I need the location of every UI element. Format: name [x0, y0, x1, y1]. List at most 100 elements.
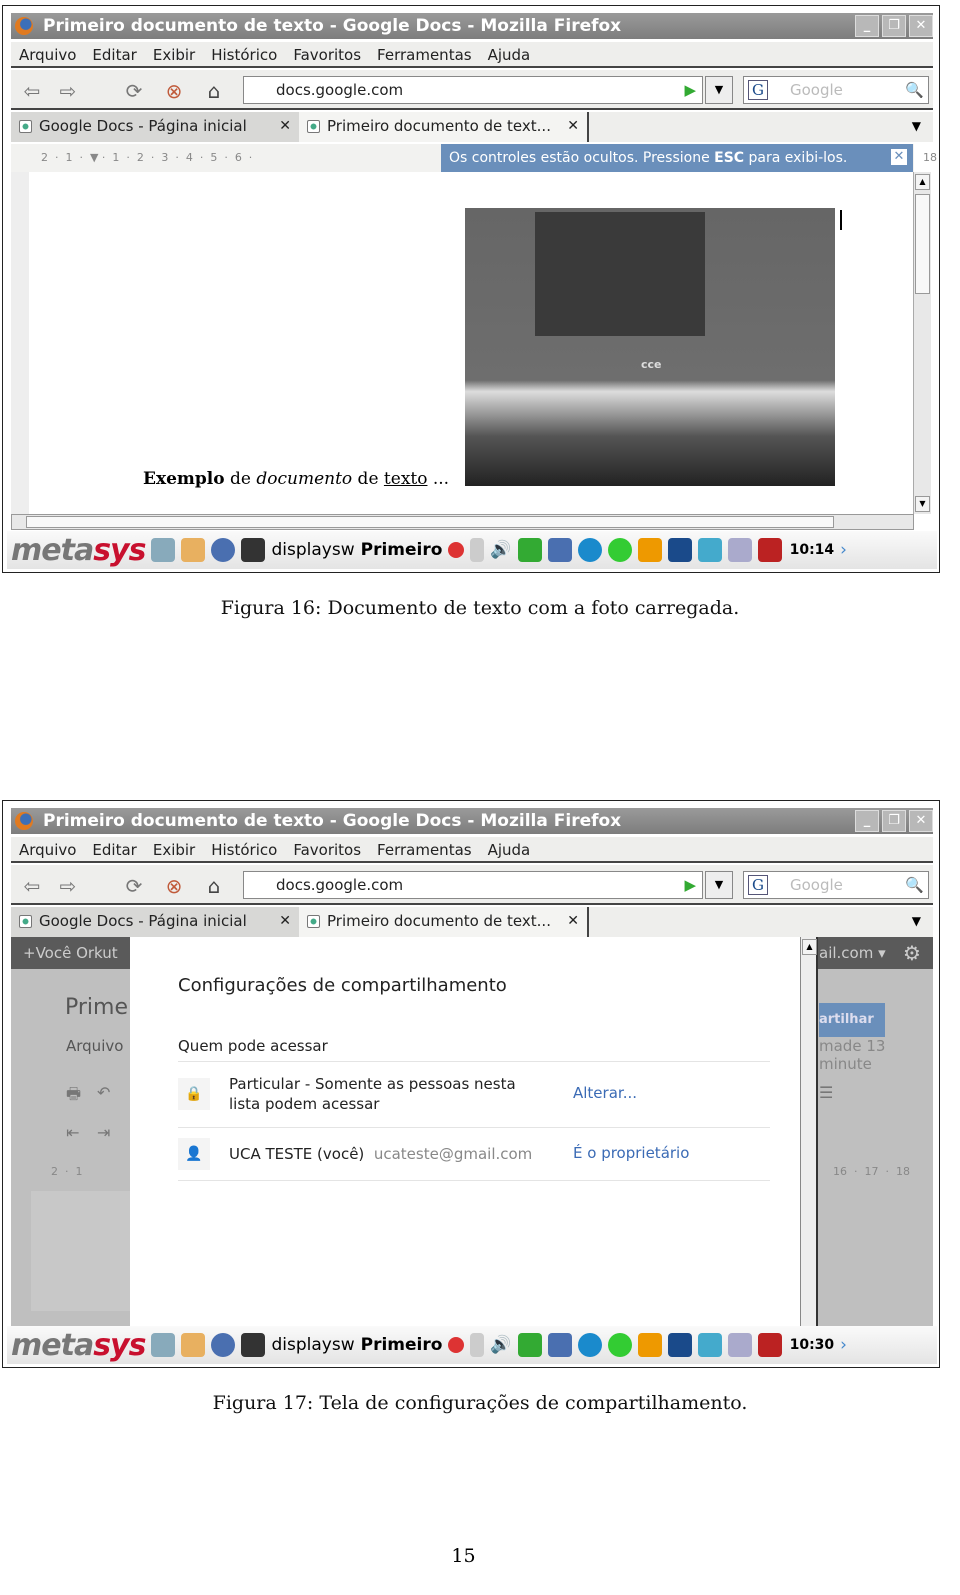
- tab-document[interactable]: Primeiro documento de text... ✕: [299, 112, 589, 142]
- sync-icon[interactable]: [697, 1333, 722, 1357]
- change-access-link[interactable]: Alterar...: [573, 1084, 637, 1102]
- metasys-logo[interactable]: metasys: [11, 533, 146, 568]
- sync-icon[interactable]: [697, 538, 722, 562]
- shortcut-icon[interactable]: [667, 1333, 692, 1357]
- horizontal-scrollbar[interactable]: [11, 514, 914, 530]
- edit-icon[interactable]: [151, 1333, 176, 1357]
- close-button[interactable]: ✕: [909, 810, 933, 832]
- close-notice-icon[interactable]: ✕: [891, 149, 907, 165]
- scroll-thumb[interactable]: [26, 516, 834, 528]
- close-tab-icon[interactable]: ✕: [567, 907, 579, 935]
- back-icon[interactable]: ⇦: [21, 875, 43, 897]
- update-icon[interactable]: [637, 538, 662, 562]
- minimize-button[interactable]: _: [855, 15, 879, 37]
- undo-icon[interactable]: ↶: [97, 1083, 110, 1102]
- taskbar-app-displayswitch[interactable]: displaysw: [271, 540, 354, 560]
- bulleted-list-icon[interactable]: ☰: [819, 1083, 833, 1102]
- laptop-photo[interactable]: cce: [465, 208, 835, 486]
- search-icon[interactable]: 🔍: [905, 77, 924, 103]
- menu-editar[interactable]: Editar: [92, 837, 136, 861]
- account-menu[interactable]: ail.com ▾: [819, 937, 886, 969]
- volume-icon[interactable]: 🔊: [490, 540, 511, 560]
- battery-icon[interactable]: [517, 538, 542, 562]
- back-icon[interactable]: ⇦: [21, 80, 43, 102]
- files-icon[interactable]: [181, 538, 206, 562]
- go-icon[interactable]: ▶: [684, 872, 696, 898]
- home-icon[interactable]: ⌂: [203, 80, 225, 102]
- stop-icon[interactable]: ⊗: [163, 875, 185, 897]
- menu-editar[interactable]: Editar: [92, 42, 136, 66]
- maximize-button[interactable]: ❐: [882, 15, 906, 37]
- stop-icon[interactable]: ⊗: [163, 80, 185, 102]
- tab-list-icon[interactable]: ▼: [912, 907, 921, 935]
- tab-google-docs-home[interactable]: Google Docs - Página inicial ✕: [11, 907, 299, 937]
- terminal-icon[interactable]: [241, 1333, 266, 1357]
- tab-list-icon[interactable]: ▼: [912, 112, 921, 140]
- close-tab-icon[interactable]: ✕: [279, 112, 291, 140]
- docs-menu-arquivo[interactable]: Arquivo: [66, 1037, 123, 1055]
- decrease-indent-icon[interactable]: ⇤: [66, 1123, 79, 1142]
- close-tab-icon[interactable]: ✕: [279, 907, 291, 935]
- reload-icon[interactable]: ⟳: [123, 80, 145, 102]
- files-icon[interactable]: [181, 1333, 206, 1357]
- taskbar-app-firefox[interactable]: Primeiro: [361, 540, 443, 560]
- scroll-up-icon[interactable]: ▲: [915, 174, 930, 190]
- metasys-logo[interactable]: metasys: [11, 1328, 146, 1363]
- update-icon[interactable]: [637, 1333, 662, 1357]
- url-dropdown-button[interactable]: ▼: [705, 871, 733, 899]
- scroll-up-icon[interactable]: ▲: [802, 939, 817, 955]
- menu-favoritos[interactable]: Favoritos: [293, 42, 361, 66]
- menu-ajuda[interactable]: Ajuda: [488, 837, 531, 861]
- key-icon[interactable]: [757, 1333, 782, 1357]
- record-icon[interactable]: [448, 1337, 465, 1353]
- menu-ferramentas[interactable]: Ferramentas: [377, 42, 472, 66]
- search-engine-icon[interactable]: G: [748, 80, 768, 100]
- signal-icon[interactable]: [547, 1333, 572, 1357]
- chevron-right-icon[interactable]: ›: [840, 1335, 847, 1355]
- doc-title[interactable]: Prime: [65, 995, 128, 1020]
- network-icon[interactable]: [577, 538, 602, 562]
- search-engine-icon[interactable]: G: [748, 875, 768, 895]
- globe-icon[interactable]: [211, 1333, 236, 1357]
- search-input[interactable]: G Google 🔍: [743, 871, 929, 899]
- menu-ferramentas[interactable]: Ferramentas: [377, 837, 472, 861]
- forward-icon[interactable]: ⇨: [57, 875, 79, 897]
- menu-ajuda[interactable]: Ajuda: [488, 42, 531, 66]
- maximize-button[interactable]: ❐: [882, 810, 906, 832]
- dialog-scrollbar[interactable]: ▲: [800, 937, 818, 1327]
- globe-icon[interactable]: [211, 538, 236, 562]
- display-icon[interactable]: [727, 538, 752, 562]
- forward-icon[interactable]: ⇨: [57, 80, 79, 102]
- taskbar-app-firefox[interactable]: Primeiro: [361, 1335, 443, 1355]
- chevron-right-icon[interactable]: ›: [840, 540, 847, 560]
- battery-icon[interactable]: [517, 1333, 542, 1357]
- display-icon[interactable]: [727, 1333, 752, 1357]
- url-bar[interactable]: docs.google.com ▶: [243, 76, 703, 104]
- terminal-icon[interactable]: [241, 538, 266, 562]
- menu-arquivo[interactable]: Arquivo: [19, 42, 76, 66]
- book-icon[interactable]: [607, 538, 632, 562]
- menu-historico[interactable]: Histórico: [211, 42, 277, 66]
- menu-exibir[interactable]: Exibir: [153, 837, 195, 861]
- gear-icon[interactable]: ⚙: [903, 937, 921, 969]
- menu-historico[interactable]: Histórico: [211, 837, 277, 861]
- scroll-thumb[interactable]: [915, 194, 930, 294]
- key-icon[interactable]: [757, 538, 782, 562]
- search-input[interactable]: G Google 🔍: [743, 76, 929, 104]
- url-dropdown-button[interactable]: ▼: [705, 76, 733, 104]
- close-tab-icon[interactable]: ✕: [567, 112, 579, 140]
- menu-arquivo[interactable]: Arquivo: [19, 837, 76, 861]
- volume-icon[interactable]: 🔊: [490, 1335, 511, 1355]
- print-icon[interactable]: 🖶: [66, 1083, 81, 1110]
- lock-icon[interactable]: [470, 1333, 485, 1357]
- signal-icon[interactable]: [547, 538, 572, 562]
- menu-exibir[interactable]: Exibir: [153, 42, 195, 66]
- shortcut-icon[interactable]: [667, 538, 692, 562]
- menu-favoritos[interactable]: Favoritos: [293, 837, 361, 861]
- share-button[interactable]: artilhar: [819, 1003, 885, 1037]
- book-icon[interactable]: [607, 1333, 632, 1357]
- lock-icon[interactable]: [470, 538, 485, 562]
- reload-icon[interactable]: ⟳: [123, 875, 145, 897]
- record-icon[interactable]: [448, 542, 465, 558]
- network-icon[interactable]: [577, 1333, 602, 1357]
